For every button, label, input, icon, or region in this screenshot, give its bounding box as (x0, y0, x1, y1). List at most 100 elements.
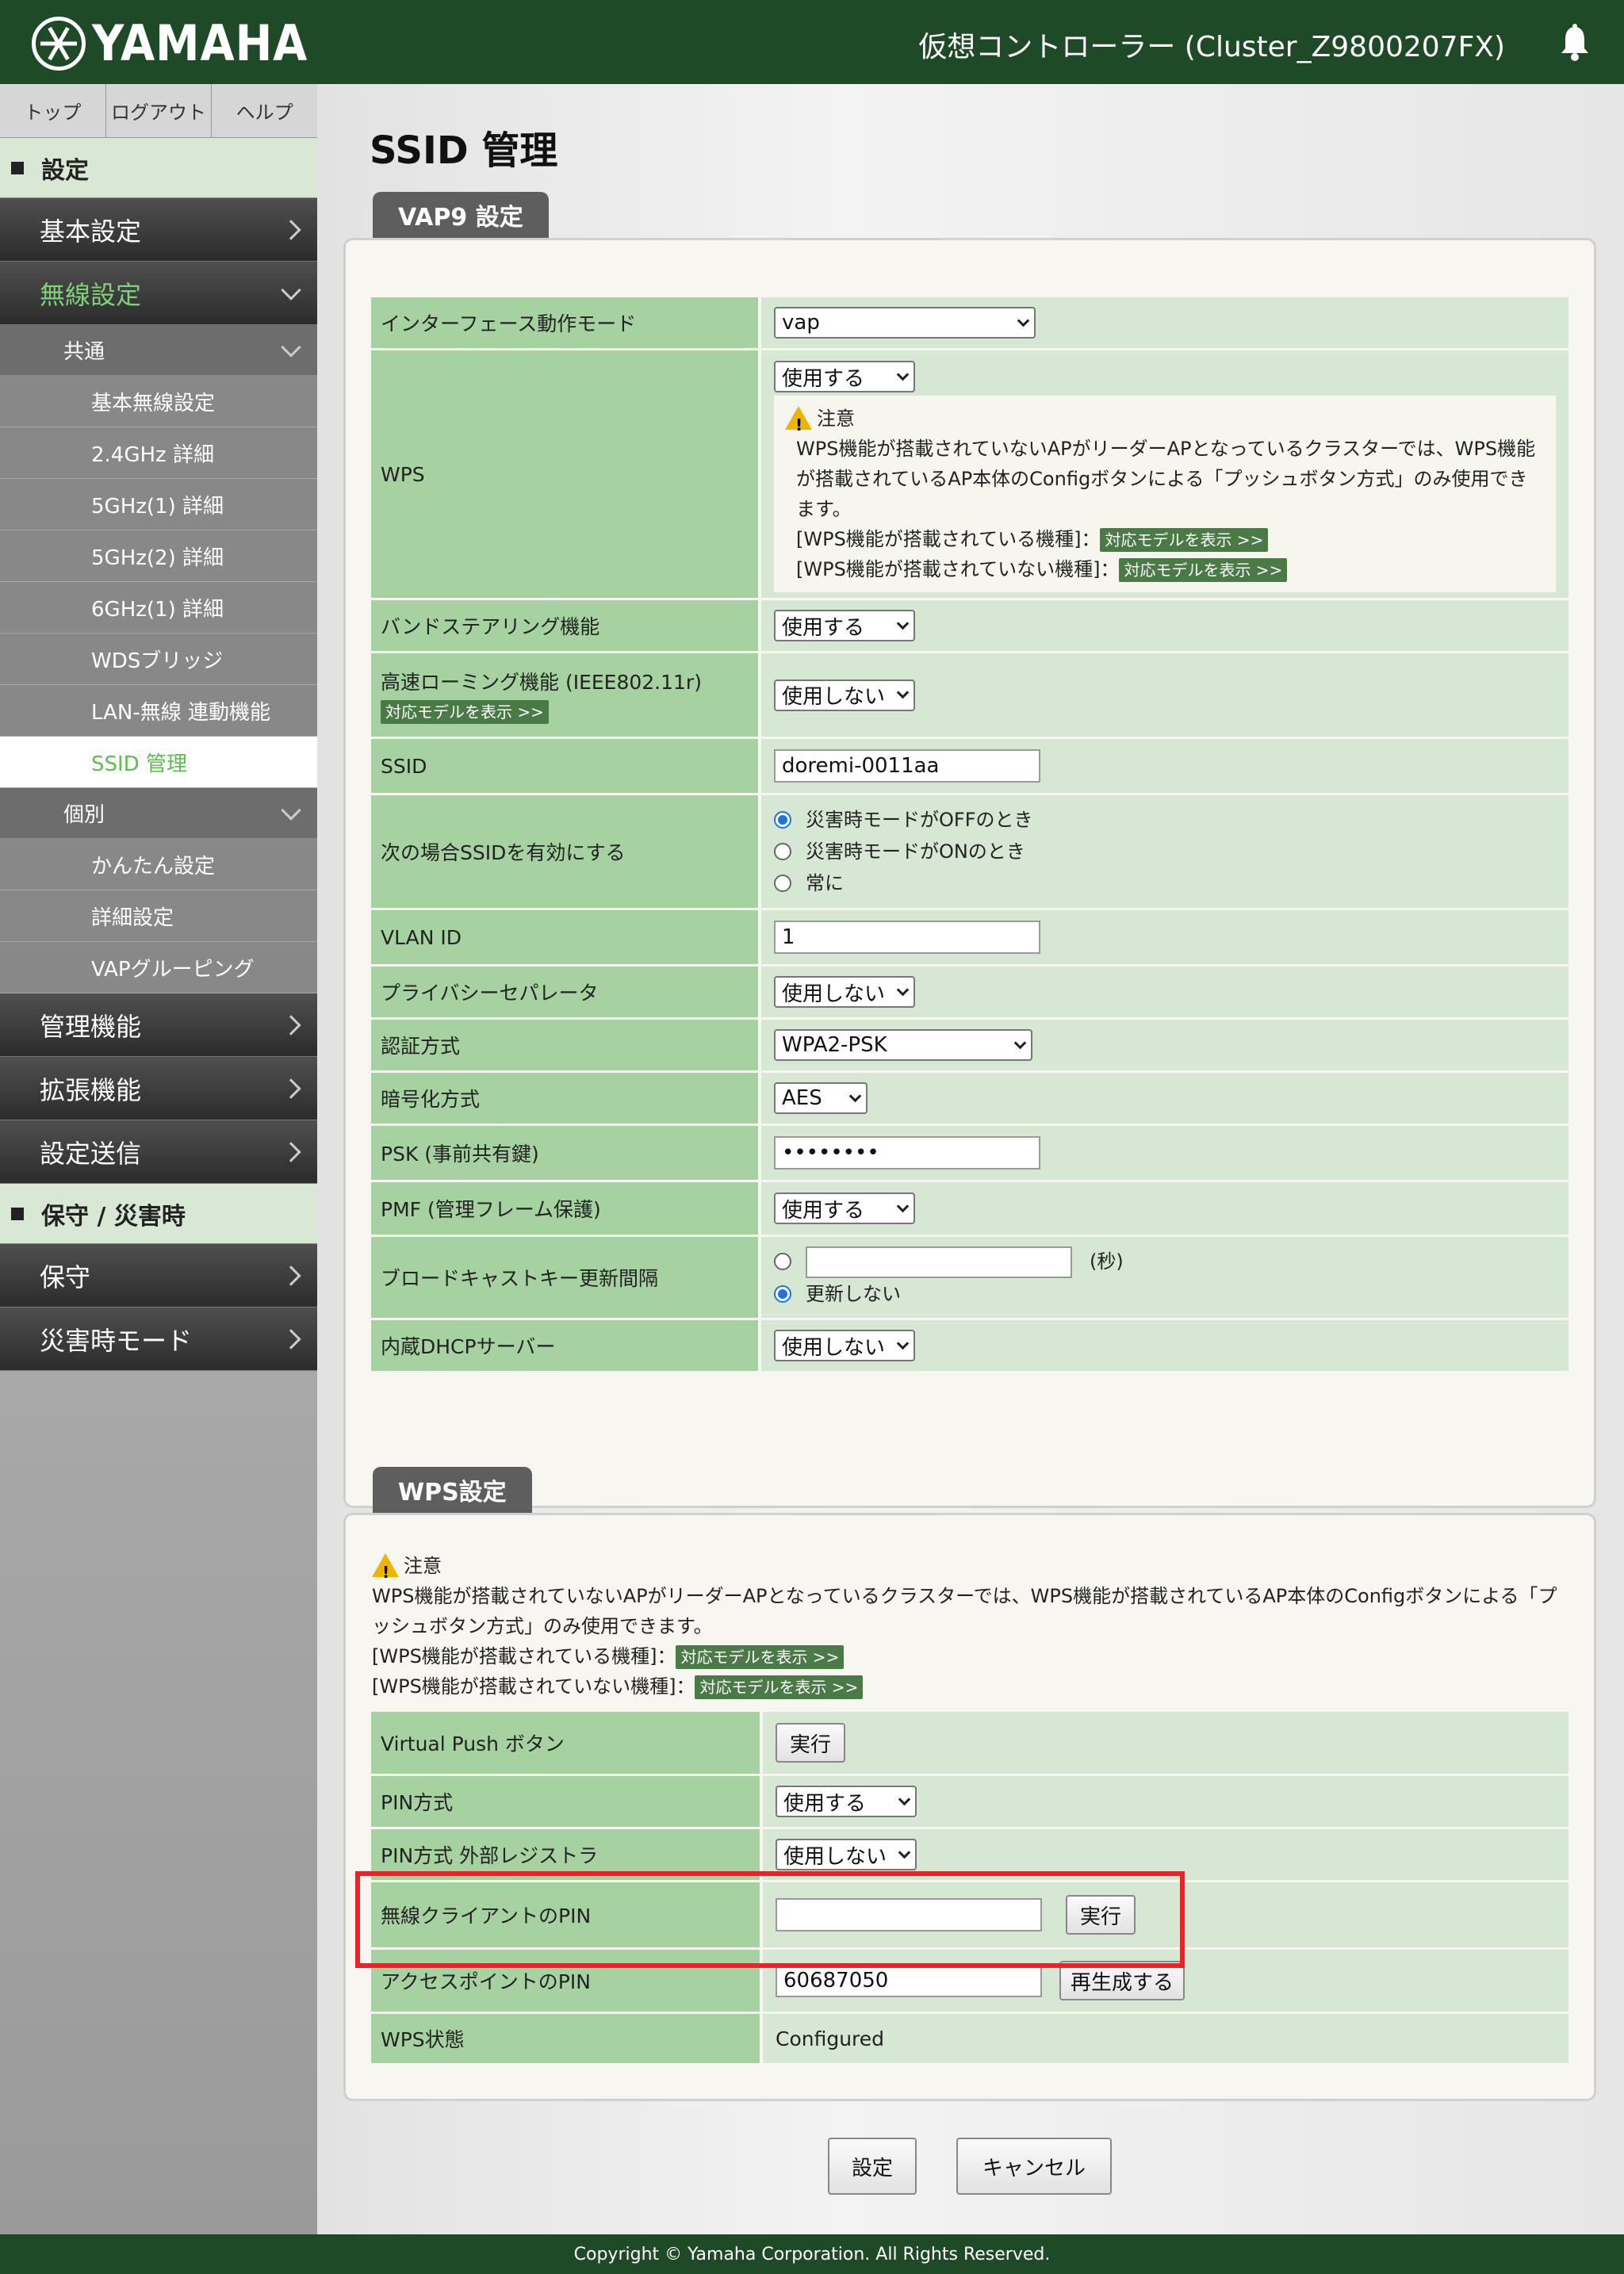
chevron-down-icon (281, 799, 301, 821)
chevron-right-icon (281, 1265, 301, 1286)
show-models-with-wps-link[interactable]: 対応モデルを表示 >> (1100, 528, 1269, 552)
chevron-down-icon (281, 279, 301, 301)
sidebar-item-maintenance[interactable]: 保守 (0, 1244, 317, 1307)
radio-interval[interactable] (774, 1252, 791, 1270)
nav-help-link[interactable]: ヘルプ (212, 84, 317, 137)
chevron-right-icon (281, 1014, 301, 1036)
pin-method-select[interactable]: 使用する (776, 1786, 917, 1817)
radio-disaster-on[interactable]: 災害時モードがONのとき (774, 836, 1556, 867)
footer: Copyright © Yamaha Corporation. All Righ… (0, 2234, 1624, 2274)
section-maintenance: 保守 / 災害時 (0, 1184, 317, 1244)
ssid-input[interactable]: doremi-0011aa (774, 749, 1040, 783)
row-wps-state: WPS状態 Configured (371, 2014, 1568, 2063)
sidebar-item-basic[interactable]: 基本設定 (0, 198, 317, 262)
auth-method-select[interactable]: WPA2-PSK (774, 1029, 1032, 1061)
brand-name: YAMAHA (92, 14, 308, 72)
show-models-with-wps-link[interactable]: 対応モデルを表示 >> (676, 1645, 845, 1669)
sidebar-item-lan-wireless[interactable]: LAN-無線 連動機能 (0, 685, 317, 737)
radio-disaster-off[interactable]: 災害時モードがOFFのとき (774, 804, 1556, 836)
sidebar-item-24ghz[interactable]: 2.4GHz 詳細 (0, 427, 317, 479)
sidebar-item-send[interactable]: 設定送信 (0, 1120, 317, 1184)
row-auth-method: 認証方式 WPA2-PSK (371, 1020, 1568, 1070)
sidebar-item-ssid-management[interactable]: SSID 管理 (0, 737, 317, 788)
psk-input[interactable]: •••••••• (774, 1136, 1040, 1170)
sidebar-item-easy-setup[interactable]: かんたん設定 (0, 839, 317, 890)
submit-button[interactable]: 設定 (828, 2138, 917, 2195)
sidebar-item-individual[interactable]: 個別 (0, 788, 317, 839)
sidebar-item-5ghz-1[interactable]: 5GHz(1) 詳細 (0, 479, 317, 530)
show-models-without-wps-link[interactable]: 対応モデルを表示 >> (695, 1675, 864, 1699)
sidebar-item-common[interactable]: 共通 (0, 325, 317, 376)
page-title: SSID 管理 (370, 128, 558, 173)
pmf-select[interactable]: 使用する (774, 1193, 915, 1224)
sidebar-item-5ghz-2[interactable]: 5GHz(2) 詳細 (0, 530, 317, 582)
top-nav: トップ ログアウト ヘルプ (0, 84, 317, 138)
bell-icon[interactable] (1559, 24, 1591, 62)
chevron-down-icon (281, 336, 301, 358)
yamaha-logo[interactable]: YAMAHA (32, 14, 332, 72)
radio-icon (774, 875, 791, 892)
row-wps: WPS 使用する 注意 WPS機能が搭載されていないAPがリーダーAPとなってい… (371, 350, 1568, 598)
band-steering-select[interactable]: 使用する (774, 610, 915, 641)
row-interface-mode: インターフェース動作モード vap (371, 297, 1568, 348)
sidebar: トップ ログアウト ヘルプ 設定 基本設定 無線設定 共通 基本無線設定 2.4… (0, 84, 317, 2234)
chevron-right-icon (281, 1078, 301, 1099)
external-registrar-select[interactable]: 使用しない (776, 1839, 917, 1870)
row-ssid-enable-condition: 次の場合SSIDを有効にする 災害時モードがOFFのとき 災害時モードがONのと… (371, 795, 1568, 908)
dhcp-server-select[interactable]: 使用しない (774, 1330, 915, 1361)
row-vlan-id: VLAN ID 1 (371, 910, 1568, 964)
row-dhcp-server: 内蔵DHCPサーバー 使用しない (371, 1320, 1568, 1371)
sidebar-item-detail-setup[interactable]: 詳細設定 (0, 890, 317, 942)
sidebar-item-vap-grouping[interactable]: VAPグルーピング (0, 942, 317, 993)
interface-mode-select[interactable]: vap (774, 307, 1036, 339)
highlight-box (355, 1871, 1185, 1968)
sidebar-item-6ghz-1[interactable]: 6GHz(1) 詳細 (0, 582, 317, 634)
main-content: SSID 管理 VAP9 設定 インターフェース動作モード vap WPS 使用… (317, 84, 1624, 2234)
sidebar-item-basic-wireless[interactable]: 基本無線設定 (0, 376, 317, 427)
sidebar-item-wds-bridge[interactable]: WDSブリッジ (0, 634, 317, 685)
nav-top-link[interactable]: トップ (0, 84, 106, 137)
vlan-id-input[interactable]: 1 (774, 921, 1040, 954)
chevron-right-icon (281, 1328, 301, 1349)
encryption-select[interactable]: AES (774, 1082, 868, 1114)
privacy-separator-select[interactable]: 使用しない (774, 976, 915, 1008)
wps-state-value: Configured (763, 2014, 1568, 2063)
nav-logout-link[interactable]: ログアウト (106, 84, 213, 137)
row-pin-method: PIN方式 使用する (371, 1776, 1568, 1827)
sidebar-item-extension[interactable]: 拡張機能 (0, 1057, 317, 1120)
radio-no-update[interactable]: 更新しない (774, 1278, 1556, 1310)
vap-settings-table: インターフェース動作モード vap WPS 使用する 注意 WPS機能が搭載され… (371, 295, 1568, 1373)
chevron-right-icon (281, 1141, 301, 1162)
controller-title: 仮想コントローラー (Cluster_Z9800207FX) (918, 31, 1505, 63)
ap-pin-input[interactable]: 60687050 (776, 1964, 1042, 1997)
radio-icon (774, 843, 791, 860)
virtual-push-execute-button[interactable]: 実行 (776, 1723, 845, 1763)
row-psk: PSK (事前共有鍵) •••••••• (371, 1126, 1568, 1180)
row-privacy-separator: プライバシーセパレータ 使用しない (371, 967, 1568, 1017)
warning-icon (785, 406, 812, 440)
sidebar-item-disaster-mode[interactable]: 災害時モード (0, 1307, 317, 1371)
wps-select[interactable]: 使用する (774, 361, 915, 392)
tuning-fork-logo-icon (32, 16, 86, 71)
broadcast-interval-input[interactable] (806, 1246, 1072, 1278)
wps-note: 注意 WPS機能が搭載されていないAPがリーダーAPとなっているクラスターでは、… (774, 396, 1556, 592)
row-band-steering: バンドステアリング機能 使用する (371, 600, 1568, 651)
sidebar-item-management[interactable]: 管理機能 (0, 993, 317, 1057)
radio-always[interactable]: 常に (774, 867, 1556, 899)
radio-selected-icon (774, 1284, 791, 1303)
show-models-without-wps-link[interactable]: 対応モデルを表示 >> (1119, 558, 1288, 582)
row-fast-roaming: 高速ローミング機能 (IEEE802.11r) 対応モデルを表示 >> 使用しない (371, 653, 1568, 737)
vap-settings-tab: VAP9 設定 (373, 192, 549, 238)
radio-selected-icon (774, 811, 791, 829)
fast-roaming-select[interactable]: 使用しない (774, 679, 915, 711)
wps-settings-tab: WPS設定 (373, 1467, 532, 1513)
cancel-button[interactable]: キャンセル (956, 2138, 1112, 2195)
wps-panel-note: 注意 WPS機能が搭載されていないAPがリーダーAPとなっているクラスターでは、… (361, 1543, 1579, 1709)
show-models-roaming-link[interactable]: 対応モデルを表示 >> (381, 699, 549, 724)
app-header: YAMAHA 仮想コントローラー (Cluster_Z9800207FX) (0, 0, 1624, 84)
warning-icon (372, 1553, 399, 1587)
row-broadcast-key-interval: ブロードキャストキー更新間隔 (秒) 更新しない (371, 1237, 1568, 1318)
sidebar-item-wireless[interactable]: 無線設定 (0, 262, 317, 325)
section-settings: 設定 (0, 138, 317, 198)
row-pmf: PMF (管理フレーム保護) 使用する (371, 1182, 1568, 1235)
